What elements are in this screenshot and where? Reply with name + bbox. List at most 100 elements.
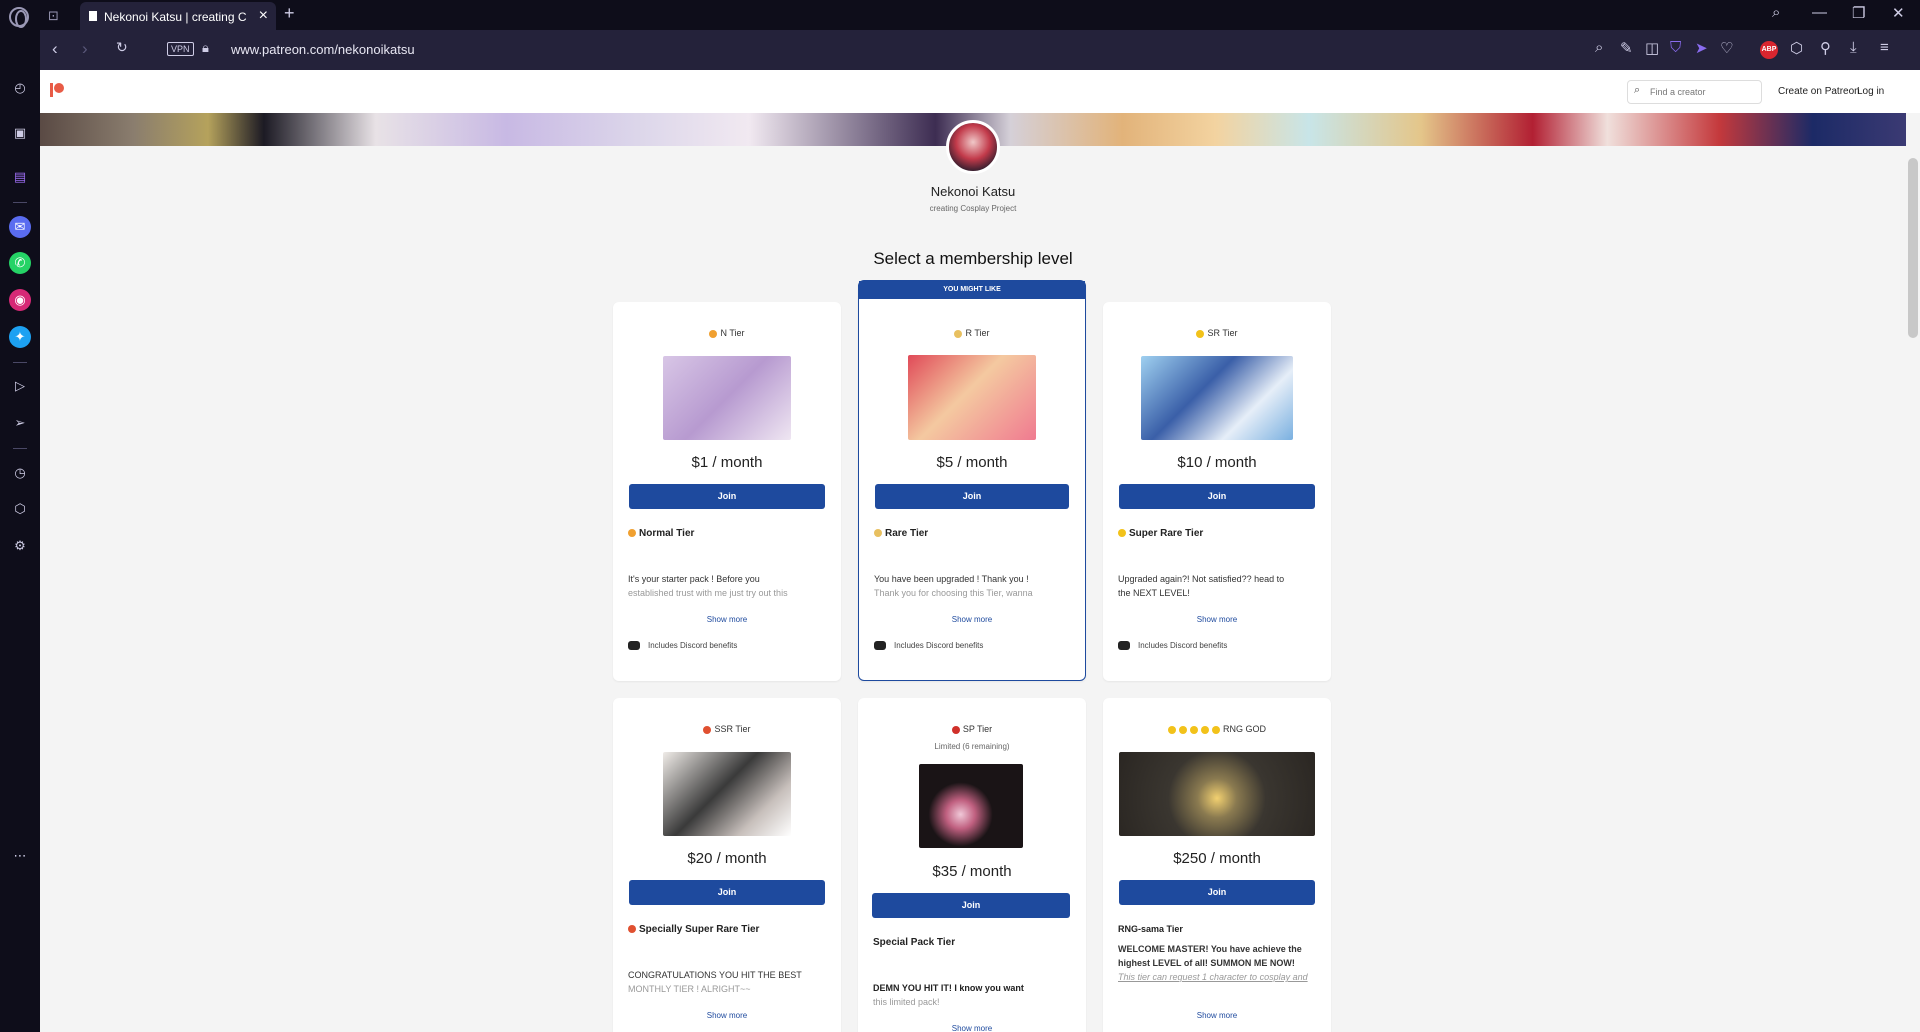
twitter-icon[interactable]: ✦ (9, 326, 31, 348)
join-button[interactable]: Join (1119, 880, 1315, 905)
discord-benefits: Includes Discord benefits (874, 641, 983, 651)
tier-emblem-icon (628, 529, 636, 538)
back-icon[interactable]: ‹ (52, 39, 58, 59)
vpn-badge[interactable]: VPN (167, 42, 194, 56)
tier-description: You have been upgraded ! Thank you ! Than… (874, 574, 1033, 598)
tier-image[interactable] (663, 356, 791, 440)
tier-description: DEMN YOU HIT IT! I know you want this lim… (873, 983, 1024, 1007)
opera-menu-icon[interactable] (9, 7, 29, 28)
menu-icon[interactable]: ≡ (1880, 39, 1889, 56)
creator-avatar[interactable] (946, 120, 1000, 174)
patreon-topnav: ⌕ Find a creator Create on Patreon Log i… (40, 70, 1920, 113)
tier-emblem-icon (954, 329, 963, 338)
join-button[interactable]: Join (629, 880, 825, 905)
messenger-icon[interactable]: ✉ (9, 216, 31, 238)
tier-image[interactable] (908, 355, 1036, 440)
find-creator-input[interactable]: ⌕ Find a creator (1627, 80, 1762, 104)
new-tab-icon[interactable]: + (284, 3, 295, 24)
tier-card-ssr: SSR Tier $20 / month Join Specially Supe… (613, 698, 841, 1032)
extensions-icon[interactable]: ⬡ (9, 498, 31, 520)
address-bar: ‹ › ↻ VPN 🔒︎ www.patreon.com/nekonoikats… (40, 30, 1920, 70)
show-more-link[interactable]: Show more (1103, 1011, 1331, 1020)
tier-description: Upgraded again?! Not satisfied?? head to… (1118, 574, 1285, 598)
cube-icon[interactable]: ⬡ (1790, 39, 1803, 57)
speed-dial-icon[interactable]: ◴ (9, 77, 31, 99)
show-more-link[interactable]: Show more (613, 1011, 841, 1020)
tier-image[interactable] (919, 764, 1023, 848)
patreon-favicon-icon (89, 11, 97, 21)
tier-name: SR Tier (1103, 328, 1331, 338)
tier-emblem-icon (874, 529, 882, 538)
shield-icon[interactable]: ⛉ (1670, 39, 1681, 56)
browser-window: ⊡ Nekonoi Katsu | creating C × + ⌕ — ❐ ✕… (0, 0, 1920, 1032)
close-window-icon[interactable]: ✕ (1892, 4, 1905, 22)
whatsapp-icon[interactable]: ✆ (9, 252, 31, 274)
restore-icon[interactable]: ❐ (1852, 4, 1865, 22)
scrollbar-thumb[interactable] (1908, 158, 1918, 338)
active-tab[interactable]: Nekonoi Katsu | creating C × (80, 2, 276, 30)
star-icon (1178, 725, 1187, 734)
edit-icon[interactable]: ✎ (1620, 39, 1633, 57)
login-link[interactable]: Log in (1857, 86, 1884, 97)
discord-icon (1118, 641, 1130, 651)
tier-image[interactable] (1119, 752, 1315, 836)
create-on-patreon-link[interactable]: Create on Patreon (1778, 86, 1860, 97)
settings-icon[interactable]: ⚙ (9, 535, 31, 557)
tier-image[interactable] (1141, 356, 1293, 440)
tier-image[interactable] (663, 752, 791, 836)
heart-icon[interactable]: ♡ (1720, 39, 1733, 57)
join-button[interactable]: Join (875, 484, 1069, 509)
tier-subtitle: Normal Tier (628, 528, 694, 539)
tier-subtitle: Specially Super Rare Tier (628, 924, 759, 935)
twitch-icon[interactable]: ▤ (9, 166, 31, 188)
send-icon[interactable]: ➤ (1695, 39, 1708, 57)
camera-icon[interactable]: ◫ (1645, 39, 1659, 57)
more-icon[interactable]: ⋯ (9, 845, 31, 867)
patreon-logo-icon[interactable] (50, 83, 64, 97)
instagram-icon[interactable]: ◉ (9, 289, 31, 311)
patreon-page: ⌕ Find a creator Create on Patreon Log i… (40, 70, 1920, 1032)
sidebar-divider (13, 362, 27, 363)
tier-subtitle: Super Rare Tier (1118, 528, 1203, 539)
history-icon[interactable]: ◷ (9, 462, 31, 484)
tier-card-r: YOU MIGHT LIKE R Tier $5 / month Join Ra… (858, 280, 1086, 681)
tier-emblem-icon (951, 725, 960, 734)
tier-emblem-icon (703, 725, 712, 734)
search-page-icon[interactable]: ⌕ (1595, 39, 1603, 56)
tier-price: $250 / month (1173, 850, 1261, 867)
url-field[interactable]: www.patreon.com/nekonoikatsu (231, 42, 415, 57)
discord-benefits: Includes Discord benefits (1118, 641, 1227, 651)
show-more-link[interactable]: Show more (859, 615, 1085, 624)
lock-icon[interactable]: 🔒︎ (202, 40, 209, 56)
download-icon[interactable]: ⤓ (1850, 39, 1857, 56)
discord-benefits: Includes Discord benefits (628, 641, 737, 651)
join-button[interactable]: Join (872, 893, 1070, 918)
forward-icon[interactable]: › (82, 39, 88, 59)
tier-emblem-icon (1118, 529, 1126, 538)
browser-sidebar: ◴ ▣ ▤ ✉ ✆ ◉ ✦ ▷ ➢ ◷ ⬡ ⚙ ⋯ (0, 30, 40, 1032)
limited-count: Limited (6 remaining) (934, 742, 1010, 751)
join-button[interactable]: Join (629, 484, 825, 509)
minimize-icon[interactable]: — (1812, 4, 1827, 21)
profile-icon[interactable]: ⚲ (1820, 39, 1831, 57)
tab-ghost-icon[interactable]: ⊡ (48, 8, 59, 24)
tier-subtitle: Rare Tier (874, 528, 928, 539)
join-button[interactable]: Join (1119, 484, 1315, 509)
workspace-icon[interactable]: ▣ (9, 122, 31, 144)
tab-close-icon[interactable]: × (259, 7, 268, 25)
search-icon: ⌕ (1634, 84, 1641, 96)
show-more-link[interactable]: Show more (613, 615, 841, 624)
tier-subtitle: Special Pack Tier (873, 937, 956, 948)
show-more-link[interactable]: Show more (1103, 615, 1331, 624)
tier-description: WELCOME MASTER! You have achieve the high… (1118, 944, 1308, 982)
show-more-link[interactable]: Show more (858, 1024, 1086, 1032)
tier-name: RNG GOD (1103, 724, 1331, 734)
flow-icon[interactable]: ➢ (9, 412, 31, 434)
tab-search-icon[interactable]: ⌕ (1772, 4, 1780, 21)
player-icon[interactable]: ▷ (9, 375, 31, 397)
adblock-icon[interactable]: ABP (1760, 41, 1778, 59)
tier-price: $5 / month (936, 454, 1008, 471)
sidebar-divider (13, 448, 27, 449)
star-icon (1200, 725, 1209, 734)
reload-icon[interactable]: ↻ (116, 39, 128, 56)
